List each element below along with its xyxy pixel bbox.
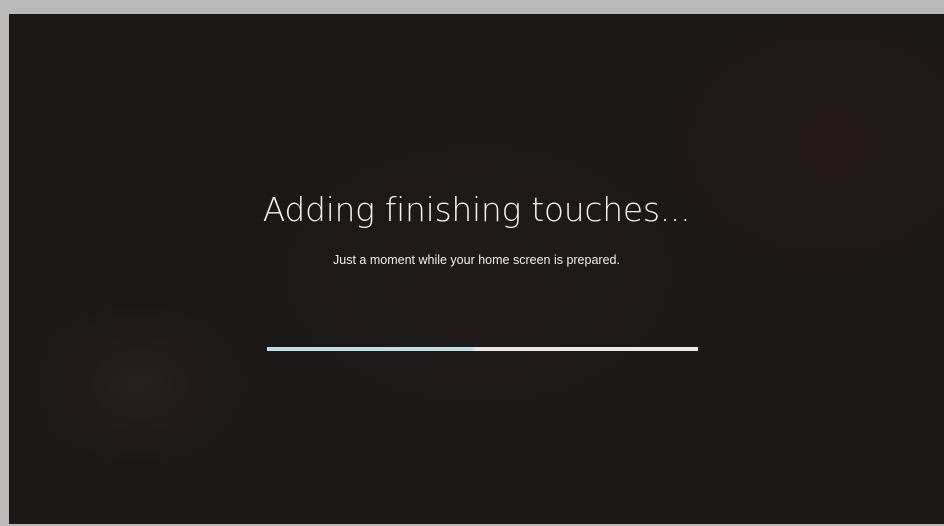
- progress-bar-fill: [267, 347, 474, 351]
- page-subtitle: Just a moment while your home screen is …: [333, 253, 620, 267]
- screenshot-frame: Adding finishing touches... Just a momen…: [0, 0, 944, 526]
- tv-screen: Adding finishing touches... Just a momen…: [9, 14, 944, 524]
- page-title: Adding finishing touches...: [262, 190, 691, 229]
- progress-bar: [267, 347, 698, 351]
